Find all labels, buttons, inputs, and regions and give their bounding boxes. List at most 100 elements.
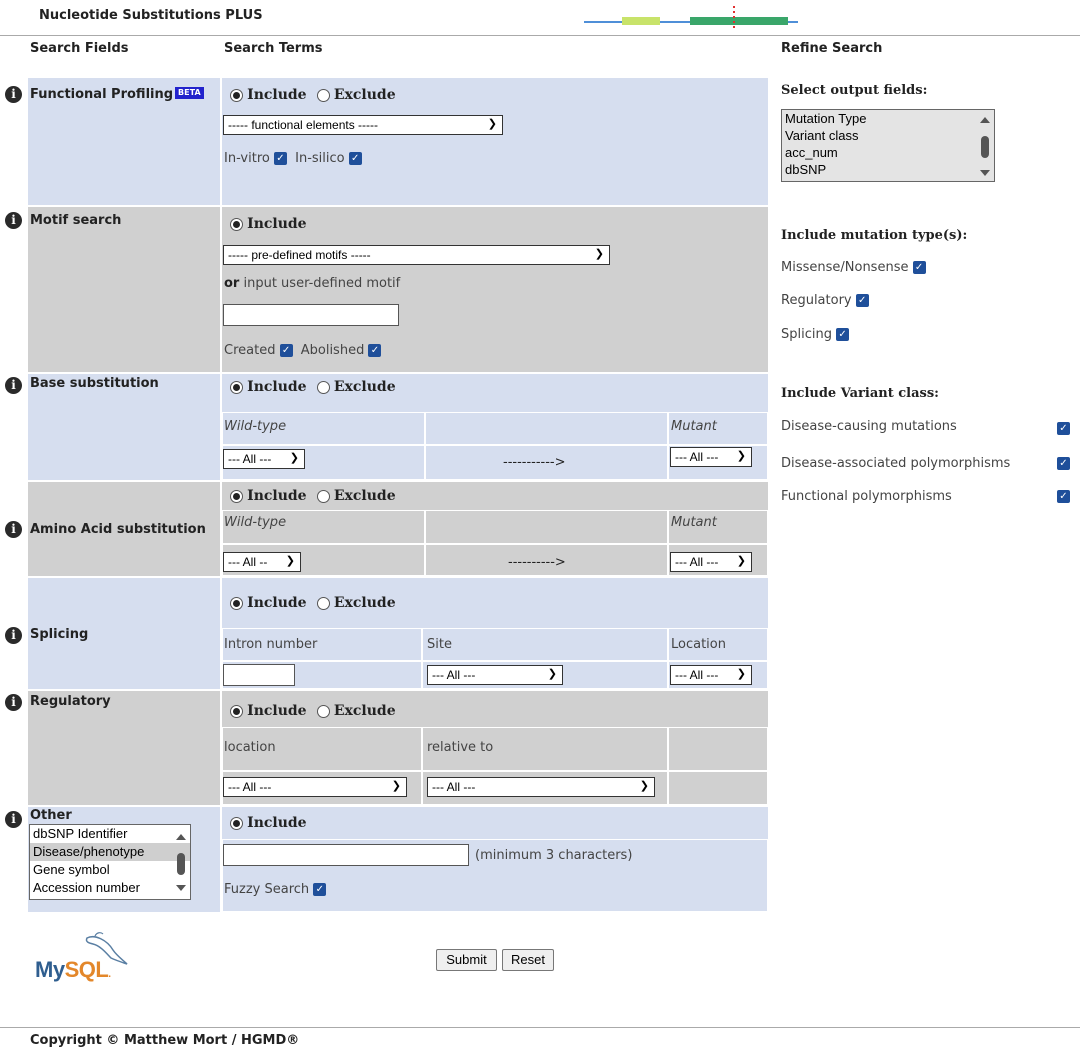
exclude-radio[interactable] bbox=[316, 704, 330, 718]
fuzzy-checkbox[interactable]: ✓ bbox=[313, 883, 327, 896]
insilico-label: In-silico bbox=[295, 151, 345, 166]
mut-type-missense: Missense/Nonsense ✓ bbox=[781, 260, 926, 275]
include-radio[interactable] bbox=[230, 217, 243, 231]
relative-to-label: relative to bbox=[427, 740, 494, 755]
other-radio-group: Include bbox=[230, 815, 307, 831]
base-wild-label: Wild-type bbox=[224, 419, 287, 434]
header-rule bbox=[0, 35, 1080, 36]
include-label: Include bbox=[247, 216, 307, 232]
functional-elements-select[interactable]: ----- functional elements ----- ❯ bbox=[223, 115, 503, 135]
user-motif-input[interactable] bbox=[223, 304, 399, 326]
list-item[interactable]: Disease/phenotype bbox=[30, 843, 190, 861]
mut-type-label: Missense/Nonsense bbox=[781, 260, 909, 275]
location-label: Location bbox=[671, 637, 726, 652]
info-icon[interactable]: i bbox=[5, 521, 22, 538]
exclude-radio[interactable] bbox=[316, 489, 330, 503]
list-item[interactable]: Gene symbol bbox=[30, 861, 190, 879]
include-label: Include bbox=[247, 703, 307, 719]
base-mutant-label: Mutant bbox=[671, 419, 717, 434]
mutation-types-title: Include mutation type(s): bbox=[781, 228, 968, 243]
gene-graphic bbox=[584, 6, 798, 28]
disease-associated-checkbox[interactable]: ✓ bbox=[1057, 457, 1070, 470]
other-search-input[interactable] bbox=[223, 844, 469, 866]
amino-wild-select[interactable]: --- All -- ❯ bbox=[223, 552, 301, 572]
include-label: Include bbox=[247, 488, 307, 504]
include-radio[interactable] bbox=[230, 704, 243, 718]
site-select[interactable]: --- All --- ❯ bbox=[427, 665, 563, 685]
mut-type-label: Splicing bbox=[781, 327, 832, 342]
regulatory-empty-sel-cell bbox=[668, 771, 768, 805]
listbox-scrollbar[interactable] bbox=[174, 827, 188, 899]
invitro-group: In-vitro ✓ In-silico ✓ bbox=[224, 151, 362, 166]
abolished-label: Abolished bbox=[300, 343, 365, 358]
abolished-checkbox[interactable]: ✓ bbox=[368, 344, 382, 357]
include-radio[interactable] bbox=[230, 380, 243, 394]
amino-mutant-select[interactable]: --- All --- ❯ bbox=[670, 552, 752, 572]
motif-radio-group: Include bbox=[230, 216, 307, 232]
regulatory-label: Regulatory bbox=[30, 694, 111, 709]
info-icon[interactable]: i bbox=[5, 811, 22, 828]
base-wild-select[interactable]: --- All --- ❯ bbox=[223, 449, 305, 469]
list-item[interactable]: Variant class bbox=[782, 127, 994, 144]
amino-mid-cell bbox=[425, 510, 668, 544]
min-chars-hint: (minimum 3 characters) bbox=[475, 848, 633, 863]
exclude-radio[interactable] bbox=[316, 88, 330, 102]
amino-label: Amino Acid substitution bbox=[30, 522, 206, 537]
fuzzy-group: Fuzzy Search ✓ bbox=[224, 882, 327, 897]
list-item[interactable]: acc_num bbox=[782, 144, 994, 161]
exclude-label: Exclude bbox=[333, 488, 396, 504]
insilico-checkbox[interactable]: ✓ bbox=[348, 152, 362, 165]
other-label: Other bbox=[30, 808, 72, 823]
output-fields-listbox[interactable]: Mutation Type Variant class acc_num dbSN… bbox=[781, 109, 995, 182]
exclude-radio[interactable] bbox=[316, 380, 330, 394]
amino-radio-group: Include Exclude bbox=[230, 488, 396, 504]
motif-label: Motif search bbox=[30, 213, 122, 228]
intron-number-input[interactable] bbox=[223, 664, 295, 686]
disease-causing-checkbox[interactable]: ✓ bbox=[1057, 422, 1070, 435]
amino-arrow: ----------> bbox=[508, 555, 566, 570]
submit-button[interactable]: Submit bbox=[436, 949, 497, 971]
include-radio[interactable] bbox=[230, 88, 243, 102]
list-item[interactable]: dbSNP bbox=[782, 161, 994, 178]
missense-checkbox[interactable]: ✓ bbox=[912, 261, 926, 274]
mut-type-label: Regulatory bbox=[781, 293, 852, 308]
invitro-label: In-vitro bbox=[224, 151, 270, 166]
regulatory-checkbox[interactable]: ✓ bbox=[855, 294, 869, 307]
output-fields-title: Select output fields: bbox=[781, 83, 928, 98]
list-item[interactable]: Accession number bbox=[30, 879, 190, 897]
info-icon[interactable]: i bbox=[5, 627, 22, 644]
base-label: Base substitution bbox=[30, 376, 159, 391]
info-icon[interactable]: i bbox=[5, 212, 22, 229]
include-label: Include bbox=[247, 379, 307, 395]
info-icon[interactable]: i bbox=[5, 377, 22, 394]
regulatory-location-select[interactable]: --- All --- ❯ bbox=[223, 777, 407, 797]
predefined-motifs-select[interactable]: ----- pre-defined motifs ----- ❯ bbox=[223, 245, 610, 265]
base-mutant-select[interactable]: --- All --- ❯ bbox=[670, 447, 752, 467]
col-refine-search: Refine Search bbox=[781, 41, 883, 56]
exclude-label: Exclude bbox=[333, 87, 396, 103]
info-icon[interactable]: i bbox=[5, 86, 22, 103]
listbox-scrollbar[interactable] bbox=[978, 112, 992, 181]
splicing-checkbox[interactable]: ✓ bbox=[836, 328, 850, 341]
functional-poly-checkbox[interactable]: ✓ bbox=[1057, 490, 1070, 503]
amino-mutant-label: Mutant bbox=[671, 515, 717, 530]
exclude-label: Exclude bbox=[333, 595, 396, 611]
list-item[interactable]: dbSNP Identifier bbox=[30, 825, 190, 843]
splicing-location-select[interactable]: --- All --- ❯ bbox=[670, 665, 752, 685]
include-radio[interactable] bbox=[230, 489, 243, 503]
exclude-radio[interactable] bbox=[316, 596, 330, 610]
info-icon[interactable]: i bbox=[5, 694, 22, 711]
other-field-listbox[interactable]: dbSNP Identifier Disease/phenotype Gene … bbox=[29, 824, 191, 900]
base-mid-cell bbox=[425, 412, 668, 445]
created-checkbox[interactable]: ✓ bbox=[279, 344, 293, 357]
exclude-label: Exclude bbox=[333, 379, 396, 395]
relative-to-select[interactable]: --- All --- ❯ bbox=[427, 777, 655, 797]
splicing-radio-group: Include Exclude bbox=[230, 595, 396, 611]
include-radio[interactable] bbox=[230, 596, 243, 610]
reset-button[interactable]: Reset bbox=[502, 949, 554, 971]
list-item[interactable]: Mutation Type bbox=[782, 110, 994, 127]
base-radio-group: Include Exclude bbox=[230, 379, 396, 395]
invitro-checkbox[interactable]: ✓ bbox=[273, 152, 287, 165]
splicing-site-cell bbox=[422, 628, 668, 661]
include-radio[interactable] bbox=[230, 816, 243, 830]
